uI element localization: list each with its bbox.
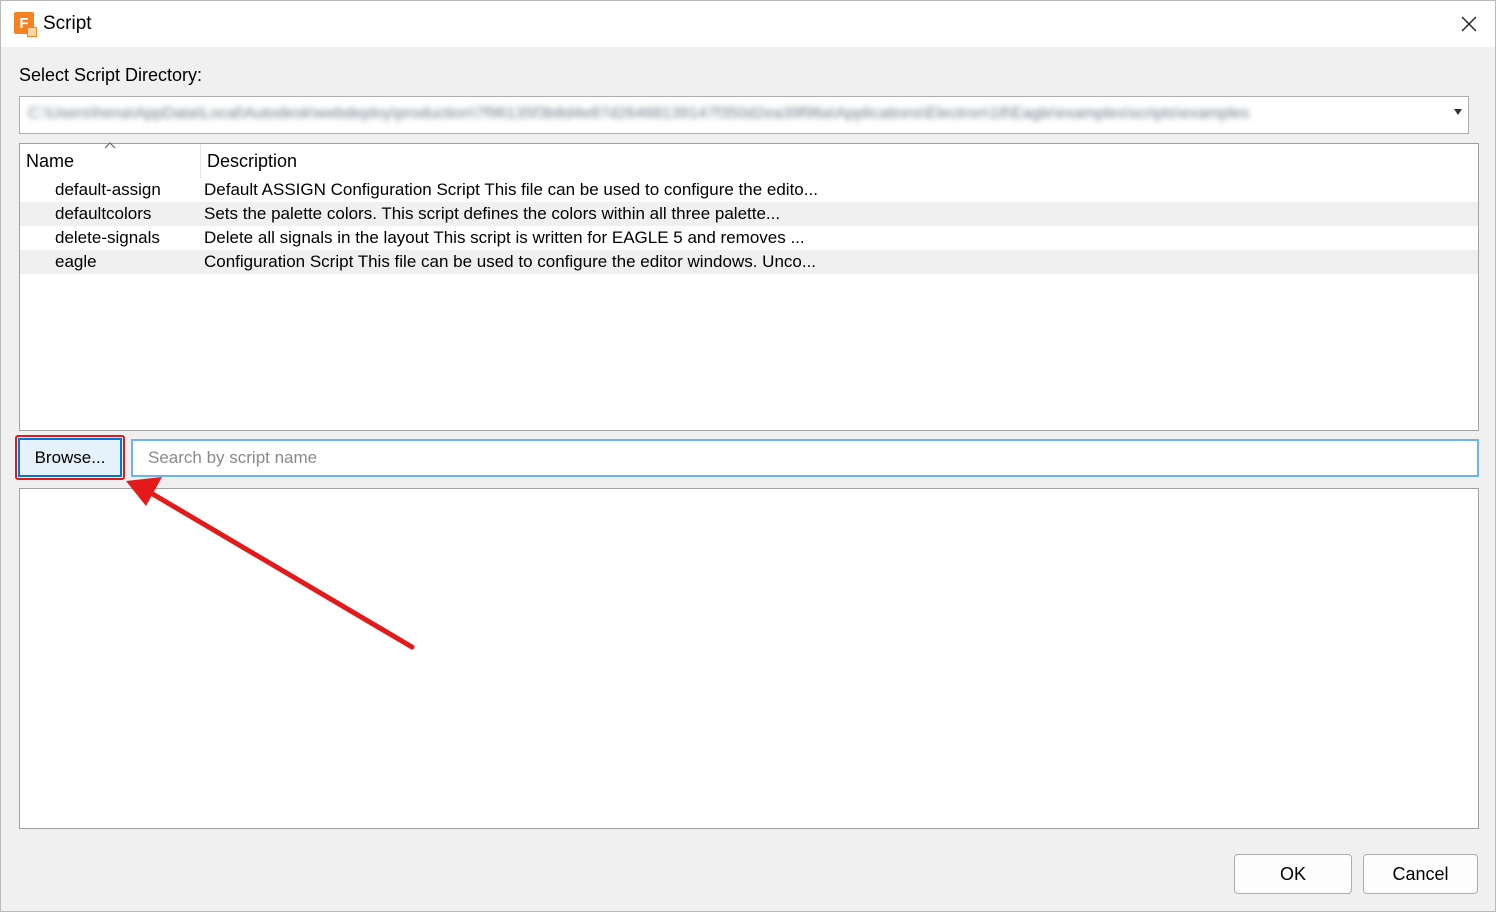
cancel-button[interactable]: Cancel xyxy=(1363,854,1478,894)
annotation-arrow-icon xyxy=(126,477,415,650)
script-dialog: F Script Select Script Directory: C:\Use… xyxy=(0,0,1496,912)
ok-button[interactable]: OK xyxy=(1234,854,1352,894)
